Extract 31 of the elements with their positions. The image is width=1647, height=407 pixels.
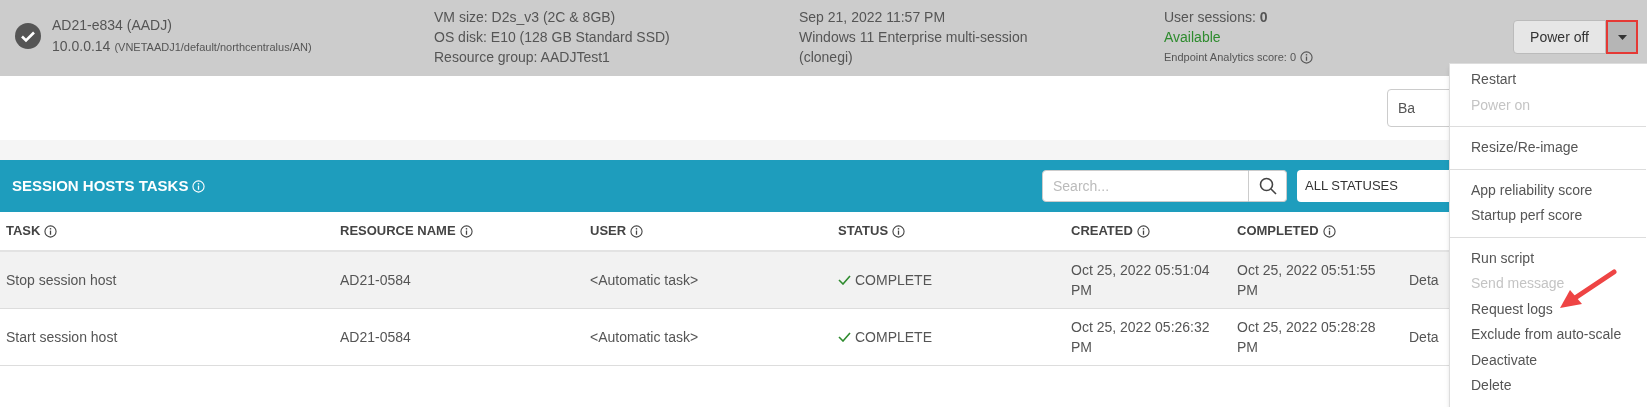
column-header: CREATED: [1071, 222, 1133, 241]
column-header: USER: [590, 222, 627, 241]
table-cell: AD21-0584: [340, 271, 411, 288]
host-name: AD21-e834 (AADJ): [52, 16, 173, 35]
column-header: RESOURCE NAME: [340, 222, 456, 241]
table-cell: AD21-0584: [340, 328, 411, 345]
section-title: SESSION HOSTS TASKS: [12, 175, 189, 196]
analytics-score: Endpoint Analytics score: 0: [1164, 50, 1297, 65]
table-cell: Oct 25, 2022 05:28:28 PM: [1237, 319, 1376, 355]
column-header: STATUS: [838, 222, 889, 241]
column-header: COMPLETED: [1237, 222, 1319, 241]
availability-status: Available: [1164, 28, 1222, 47]
host-ip: 10.0.0.14: [52, 37, 111, 56]
vm-size: VM size: D2s_v3 (2C & 8GB): [434, 8, 617, 27]
table-cell: Stop session host: [6, 271, 117, 288]
network-path: (VNETAADJ1/default/northcentralus/AN): [114, 40, 312, 55]
os-name: Windows 11 Enterprise multi-session: [799, 28, 1029, 47]
table-cell: <Automatic task>: [590, 271, 699, 288]
status-text: COMPLETE: [855, 270, 932, 290]
resource-group: Resource group: AADJTest1: [434, 47, 799, 67]
table-cell: Start session host: [6, 328, 118, 345]
table-cell: Oct 25, 2022 05:51:55 PM: [1237, 262, 1376, 298]
column-header: TASK: [6, 222, 41, 241]
image-name: (clonegi): [799, 48, 854, 67]
table-cell: Oct 25, 2022 05:51:04 PM: [1071, 262, 1210, 298]
os-disk: OS disk: E10 (128 GB Standard SSD): [434, 28, 671, 47]
user-sessions: User sessions: 0: [1164, 8, 1269, 27]
table-cell: <Automatic task>: [590, 328, 699, 345]
created-date: Sep 21, 2022 11:57 PM: [799, 8, 947, 27]
status-text: COMPLETE: [855, 327, 932, 347]
table-cell: Oct 25, 2022 05:26:32 PM: [1071, 319, 1210, 355]
